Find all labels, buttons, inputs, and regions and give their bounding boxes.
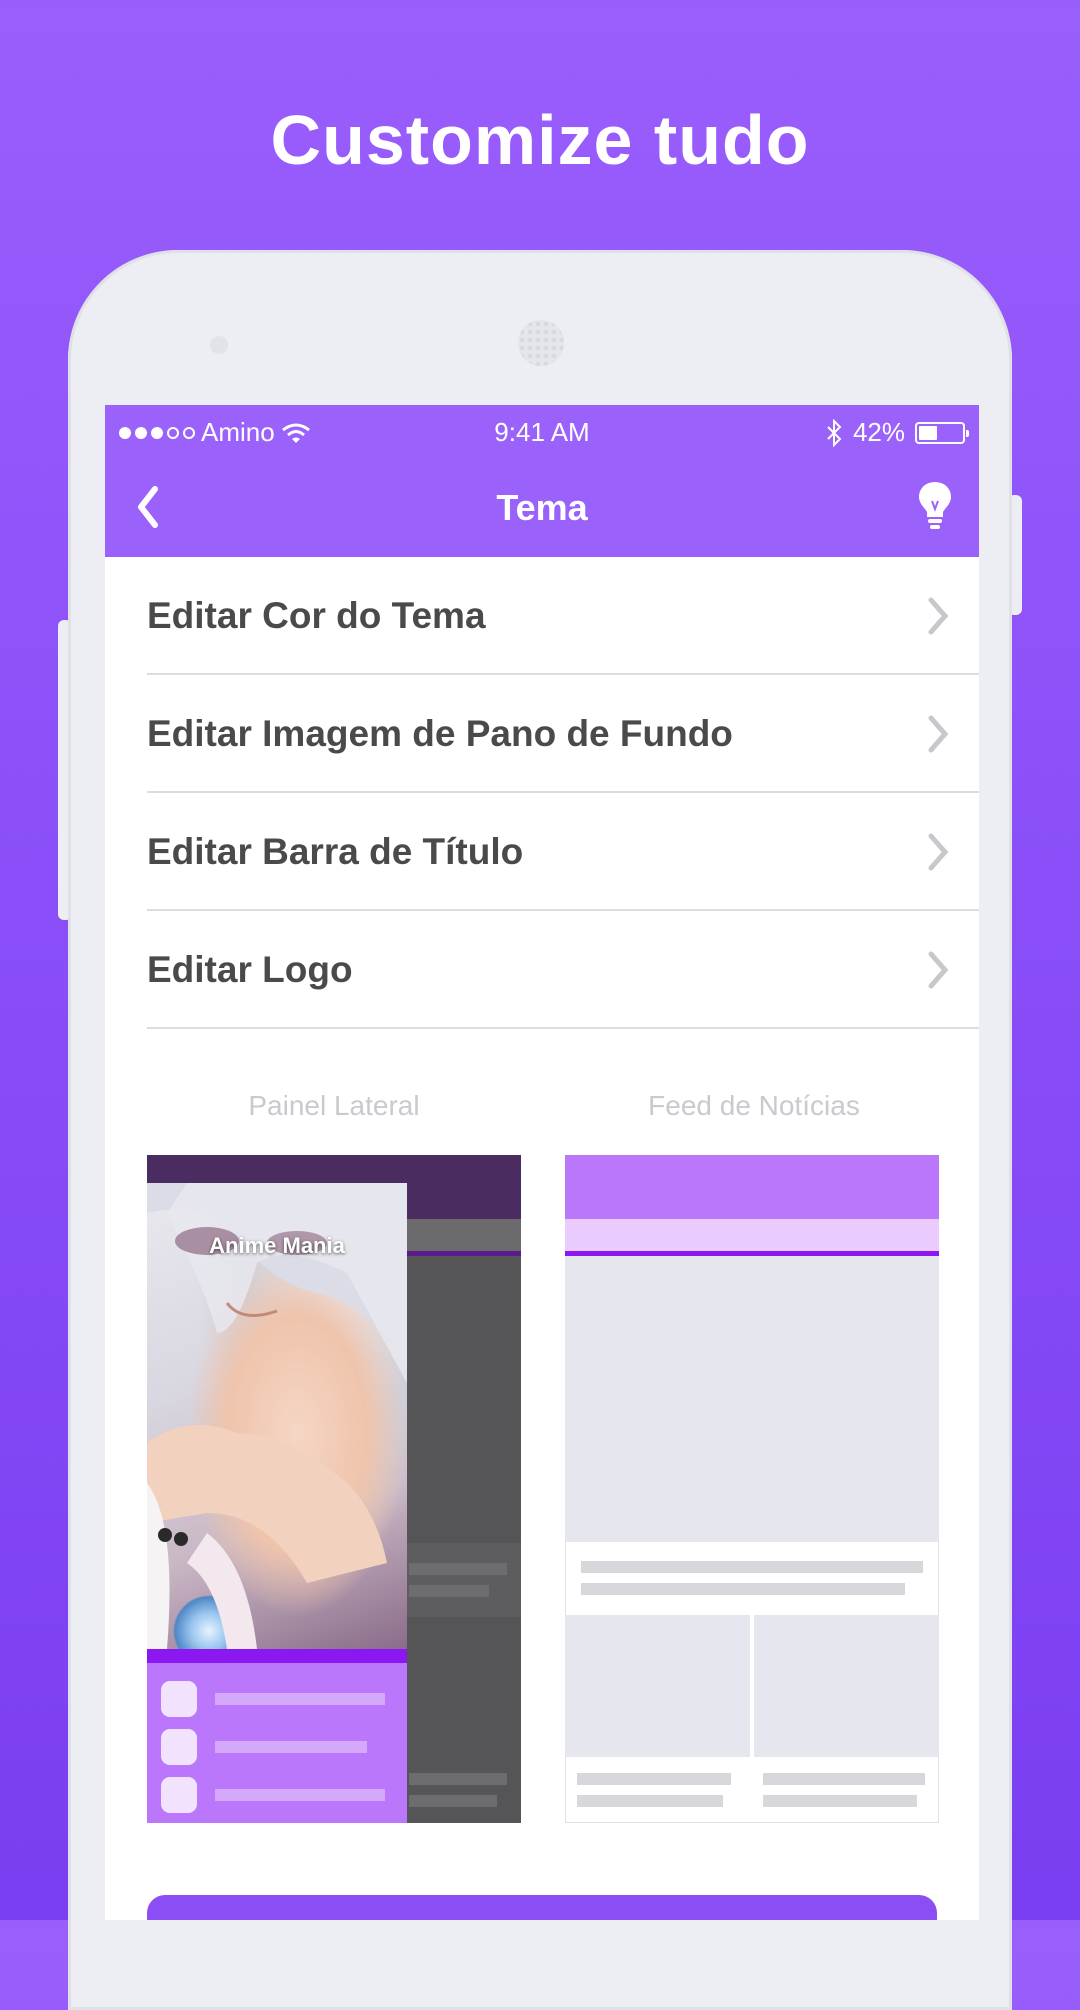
feed-line xyxy=(577,1773,731,1785)
status-right: 42% xyxy=(825,417,969,448)
menu-item-theme-color[interactable]: Editar Cor do Tema xyxy=(147,557,979,675)
lightbulb-icon[interactable] xyxy=(915,479,955,531)
preview-line xyxy=(409,1563,507,1575)
feed-line xyxy=(763,1795,917,1807)
chevron-right-icon xyxy=(928,715,949,753)
menu-item-label: Editar Barra de Título xyxy=(147,831,524,872)
menu-item-logo[interactable]: Editar Logo xyxy=(147,911,979,1029)
battery-percent: 42% xyxy=(852,417,905,447)
preview-subbar xyxy=(407,1219,521,1251)
headline: Customize tudo xyxy=(270,101,810,179)
phone-speaker xyxy=(518,320,564,366)
menu-item-label: Editar Cor do Tema xyxy=(147,595,486,636)
menu-item-label: Editar Imagem de Pano de Fundo xyxy=(147,713,733,754)
drawer-image: Anime Mania xyxy=(147,1183,407,1649)
preview-line xyxy=(409,1585,489,1597)
chevron-right-icon xyxy=(928,833,949,871)
community-name: Anime Mania xyxy=(209,1233,345,1258)
feed-line xyxy=(581,1583,905,1595)
preview-line xyxy=(409,1773,507,1785)
drawer-menu-icon xyxy=(161,1777,197,1813)
menu-item-background-image[interactable]: Editar Imagem de Pano de Fundo xyxy=(147,675,979,793)
feed-line xyxy=(581,1561,923,1573)
page-title: Tema xyxy=(496,487,588,528)
drawer-menu-icon xyxy=(161,1681,197,1717)
preview-accent-line xyxy=(407,1251,521,1256)
nav-row: Tema xyxy=(105,457,979,557)
news-feed-label: Feed de Notícias xyxy=(648,1090,860,1121)
bluetooth-icon xyxy=(827,418,842,447)
app-bar: Amino 9:41 AM 42% Tema xyxy=(105,405,979,557)
preview-row xyxy=(407,1543,521,1617)
primary-button[interactable] xyxy=(147,1895,937,1920)
drawer-accent-line xyxy=(147,1649,407,1663)
feed-line xyxy=(577,1795,723,1807)
feed-card-left xyxy=(565,1615,750,1757)
status-bar: Amino 9:41 AM 42% xyxy=(105,405,979,457)
drawer-menu-line xyxy=(215,1693,385,1705)
preview-line xyxy=(409,1795,497,1807)
feed-subbar xyxy=(565,1219,939,1251)
feed-topbar xyxy=(565,1155,939,1219)
news-feed-preview[interactable] xyxy=(565,1155,939,1823)
chevron-right-icon xyxy=(928,597,949,635)
feed-card-right xyxy=(754,1615,939,1757)
feed-line xyxy=(763,1773,925,1785)
drawer-menu-line xyxy=(215,1789,385,1801)
side-panel-label: Painel Lateral xyxy=(248,1090,420,1121)
chevron-right-icon xyxy=(928,951,949,989)
menu-item-label: Editar Logo xyxy=(147,949,353,990)
battery-icon xyxy=(915,421,969,444)
drawer-menu-icon xyxy=(161,1729,197,1765)
side-panel-preview[interactable]: Anime Mania xyxy=(147,1155,521,1823)
menu-item-title-bar[interactable]: Editar Barra de Título xyxy=(147,793,979,911)
phone-camera xyxy=(210,336,228,354)
feed-hero-card xyxy=(565,1256,939,1542)
drawer-menu-line xyxy=(215,1741,367,1753)
drawer-menu xyxy=(147,1663,407,1823)
phone-screen: Amino 9:41 AM 42% Tema Editar Cor do Tem… xyxy=(105,405,979,1920)
